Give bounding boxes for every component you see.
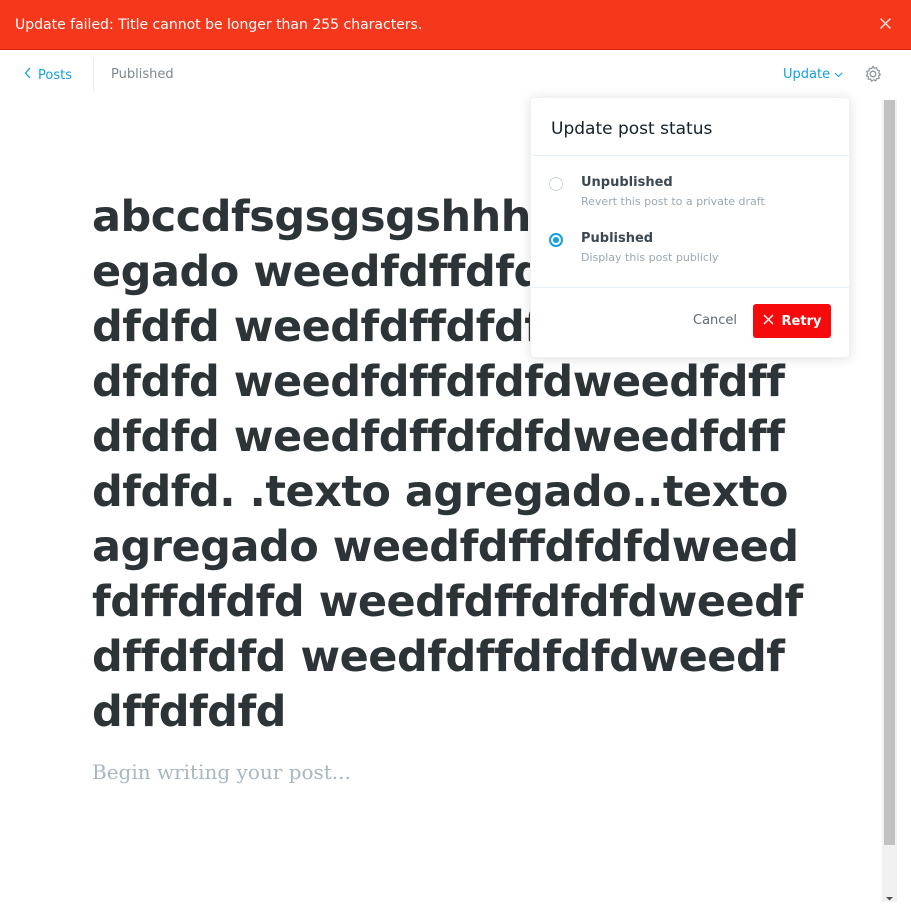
chevron-down-icon: [834, 67, 843, 82]
back-to-posts-link[interactable]: Posts: [24, 66, 72, 84]
scroll-down-arrow-icon[interactable]: [885, 888, 894, 901]
popup-divider: [531, 287, 849, 288]
option-description: Display this post publicly: [581, 251, 719, 264]
post-status-label: Published: [111, 67, 174, 82]
option-label: Unpublished: [581, 175, 673, 190]
option-unpublished[interactable]: Unpublished Revert this post to a privat…: [549, 175, 829, 215]
close-icon: [763, 314, 774, 329]
editor-topbar: Posts Published Update: [0, 50, 882, 100]
option-published[interactable]: Published Display this post publicly: [549, 231, 829, 271]
retry-button[interactable]: Retry: [753, 304, 831, 338]
scroll-thumb[interactable]: [884, 100, 895, 845]
update-label: Update: [783, 67, 831, 82]
post-body-placeholder[interactable]: Begin writing your post...: [92, 760, 812, 784]
vertical-scrollbar[interactable]: [882, 100, 897, 902]
gear-icon[interactable]: [863, 64, 883, 84]
option-label: Published: [581, 231, 654, 246]
back-link-label: Posts: [38, 67, 72, 83]
popup-title: Update post status: [551, 119, 713, 139]
unpublished-radio[interactable]: [549, 177, 563, 191]
topbar-divider: [93, 58, 94, 92]
chevron-left-icon: [24, 67, 32, 83]
option-description: Revert this post to a private draft: [581, 195, 765, 208]
update-menu-button[interactable]: Update: [783, 67, 843, 82]
popup-divider: [531, 155, 849, 156]
close-icon[interactable]: [877, 15, 897, 35]
alert-message: Update failed: Title cannot be longer th…: [15, 17, 423, 33]
update-status-popup: Update post status Unpublished Revert th…: [530, 97, 850, 358]
cancel-button[interactable]: Cancel: [693, 313, 737, 328]
retry-label: Retry: [781, 313, 822, 329]
error-alert: Update failed: Title cannot be longer th…: [0, 0, 911, 50]
published-radio[interactable]: [549, 233, 563, 247]
